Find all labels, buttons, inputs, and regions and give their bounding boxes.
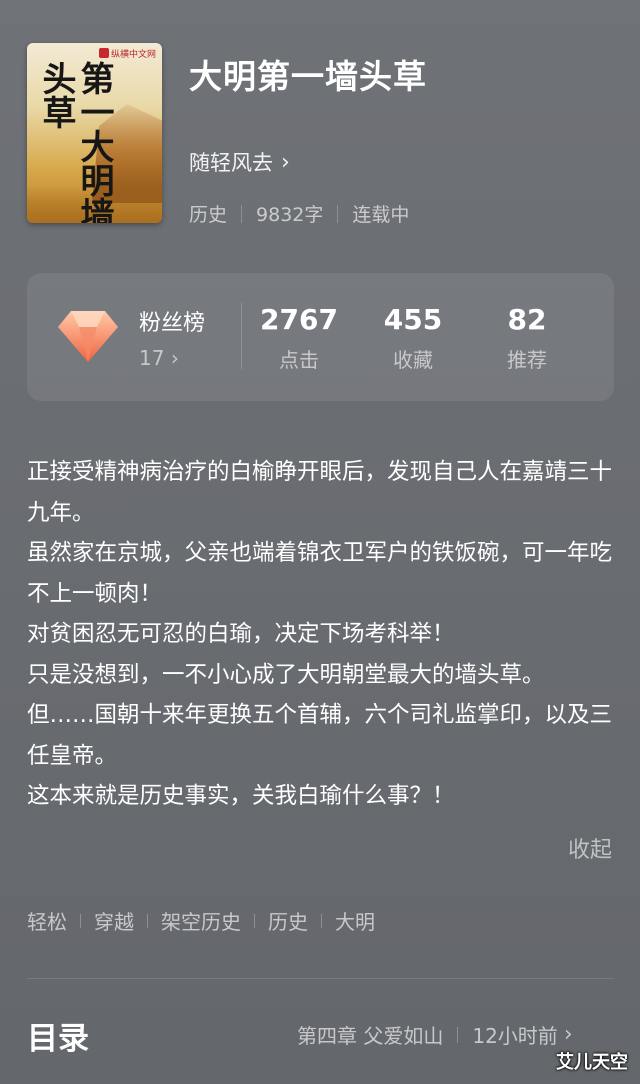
book-meta: 历史 9832字 连载中 (189, 200, 409, 227)
description-line: 正接受精神病治疗的白榆睁开眼后，发现自己人在嘉靖三十九年。 (27, 459, 613, 526)
tag-item[interactable]: 历史 (268, 906, 308, 935)
watermark: 艾儿天空 (556, 1052, 628, 1073)
stat-clicks-label: 点击 (279, 348, 319, 372)
section-divider (27, 978, 614, 979)
toc-title[interactable]: 目录 (27, 1013, 89, 1058)
divider (241, 303, 242, 369)
fans-rank-value: 17 (139, 346, 165, 370)
collapse-button[interactable]: 收起 (568, 832, 612, 864)
book-word-count: 9832字 (256, 204, 324, 226)
divider (254, 913, 255, 928)
latest-chapter: 第四章 父爱如山 (297, 1024, 444, 1048)
book-description: 正接受精神病治疗的白榆睁开眼后，发现自己人在嘉靖三十九年。 虽然家在京城，父亲也… (27, 452, 617, 817)
divider (457, 1026, 459, 1043)
stat-recommends: 82 推荐 (482, 303, 572, 373)
description-line: 虽然家在京城，父亲也端着锦衣卫军户的铁饭碗，可一年吃不上一顿肉！ (27, 540, 613, 607)
tag-list: 轻松 穿越 架空历史 历史 大明 (27, 906, 375, 935)
chevron-right-icon: › (170, 346, 179, 370)
divider (147, 913, 148, 928)
cover-title: 第一大明墙头草 (36, 61, 114, 223)
divider (337, 204, 339, 223)
cover-publisher-text: 纵横中文网 (110, 50, 156, 60)
stats-card: 粉丝榜 17 › 2767 点击 455 收藏 82 推荐 (27, 273, 614, 401)
stat-clicks-value: 2767 (260, 303, 338, 336)
author-link[interactable]: 随轻风去 › (189, 147, 290, 177)
description-line: 只是没想到，一不小心成了大明朝堂最大的墙头草。 (27, 661, 545, 688)
description-line: 对贫困忍无可忍的白瑜，决定下场考科举！ (27, 621, 455, 647)
fans-rank-link[interactable]: 17 › (139, 346, 179, 370)
description-line: 但……国朝十来年更换五个首辅，六个司礼监掌印，以及三任皇帝。 (27, 702, 613, 769)
tag-item[interactable]: 大明 (335, 906, 375, 935)
author-name: 随轻风去 (189, 151, 273, 175)
tag-item[interactable]: 轻松 (27, 906, 67, 935)
cover-publisher: 纵横中文网 (98, 47, 156, 60)
book-cover[interactable]: 纵横中文网 第一大明墙头草 (27, 43, 162, 223)
toc-latest-link[interactable]: 第四章 父爱如山 12小时前 › (297, 1020, 573, 1049)
chevron-right-icon: › (563, 1022, 573, 1047)
diamond-icon (58, 311, 118, 362)
divider (80, 913, 81, 928)
description-line: 这本来就是历史事实，关我白瑜什么事？！ (27, 783, 455, 809)
update-time: 12小时前 (472, 1024, 558, 1048)
stat-recommends-value: 82 (507, 303, 547, 336)
tag-item[interactable]: 穿越 (94, 906, 134, 935)
publisher-logo-icon (98, 48, 109, 58)
stat-clicks: 2767 点击 (254, 303, 344, 373)
stat-favorites-value: 455 (383, 303, 443, 336)
book-status: 连载中 (352, 204, 410, 226)
chevron-right-icon: › (281, 149, 290, 175)
fans-rank-label[interactable]: 粉丝榜 (139, 305, 205, 337)
stat-favorites: 455 收藏 (368, 303, 458, 373)
stat-recommends-label: 推荐 (507, 348, 547, 372)
book-title: 大明第一墙头草 (189, 57, 427, 96)
divider (241, 204, 243, 223)
book-genre: 历史 (189, 204, 228, 226)
stat-favorites-label: 收藏 (393, 348, 433, 372)
tag-item[interactable]: 架空历史 (161, 906, 241, 935)
divider (321, 913, 322, 928)
